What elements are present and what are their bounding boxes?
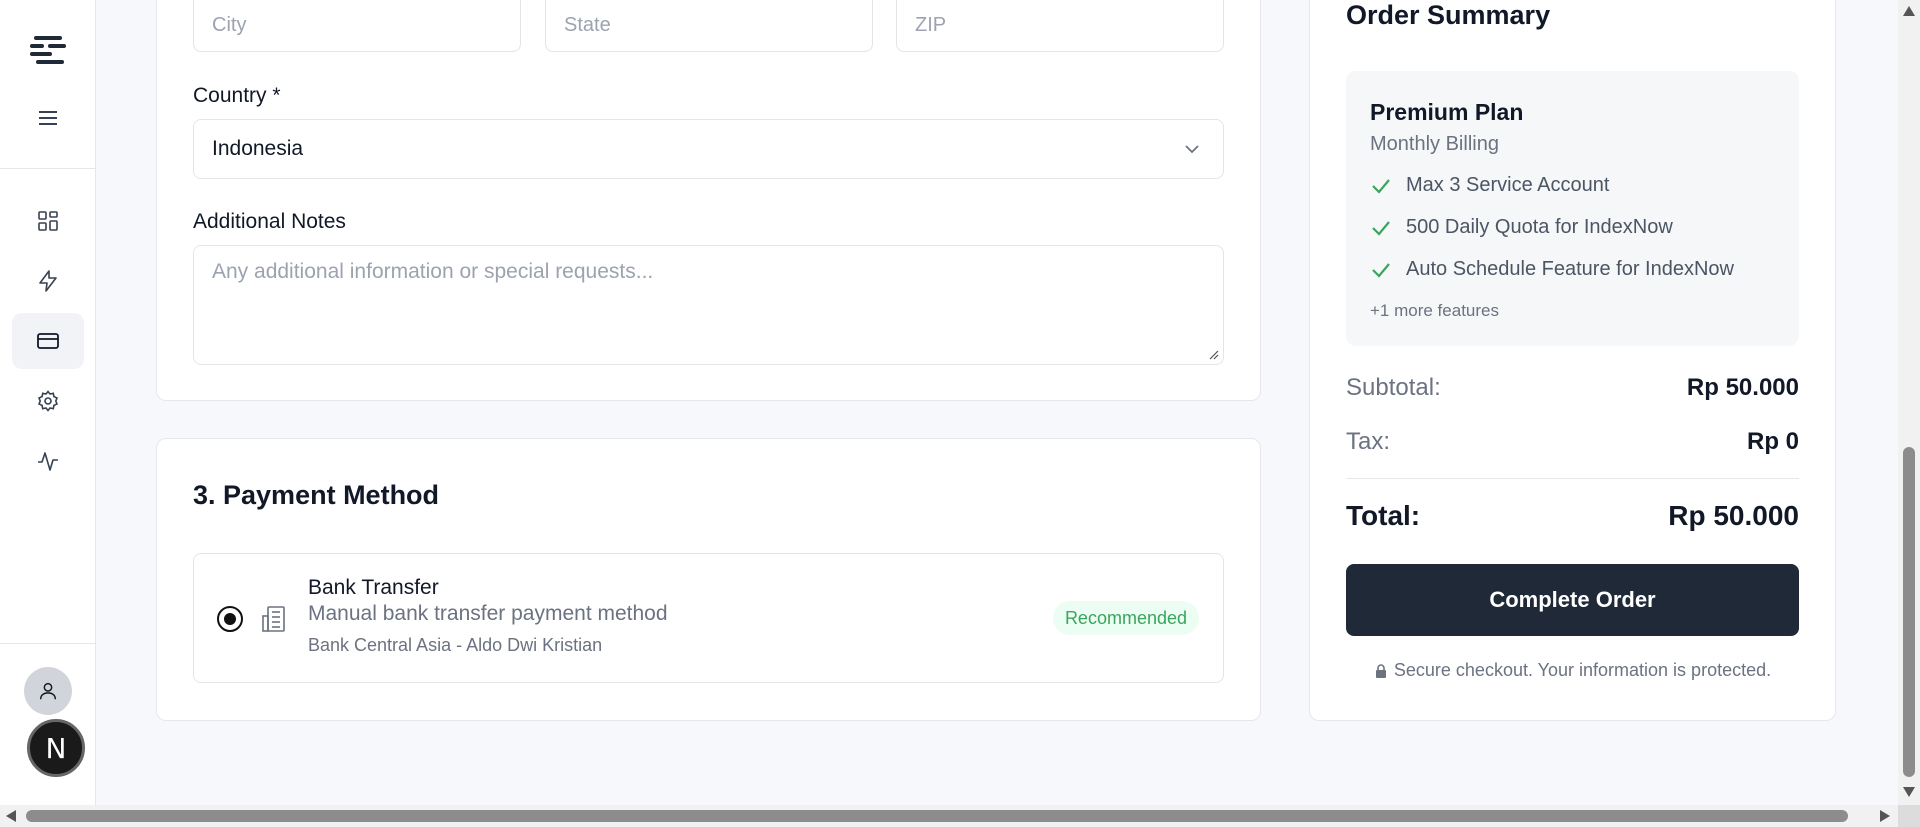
plan-details: Premium Plan Monthly Billing Max 3 Servi… bbox=[1346, 71, 1799, 346]
plan-feature: Max 3 Service Account bbox=[1370, 174, 1609, 197]
dashboard-icon bbox=[38, 211, 58, 231]
subtotal-label: Subtotal: bbox=[1346, 374, 1441, 401]
notes-placeholder: Any additional information or special re… bbox=[212, 260, 654, 283]
sidebar-item-activity[interactable] bbox=[12, 433, 84, 489]
vertical-scroll-thumb[interactable] bbox=[1903, 447, 1915, 777]
secure-checkout-text: Secure checkout. Your information is pro… bbox=[1393, 660, 1772, 680]
sidebar-item-lightning[interactable] bbox=[12, 253, 84, 309]
scroll-left-arrow-icon[interactable] bbox=[6, 810, 16, 822]
bank-transfer-radio[interactable] bbox=[217, 606, 243, 632]
recommended-badge: Recommended bbox=[1052, 601, 1199, 635]
secure-checkout-note: Secure checkout. Your information is pro… bbox=[1346, 660, 1799, 681]
feature-text: 500 Daily Quota for IndexNow bbox=[1406, 216, 1673, 238]
tax-row: Tax: Rp 0 bbox=[1346, 428, 1799, 456]
horizontal-scroll-thumb[interactable] bbox=[26, 810, 1848, 822]
scroll-right-arrow-icon[interactable] bbox=[1880, 810, 1890, 822]
zip-input[interactable]: ZIP bbox=[896, 0, 1224, 52]
total-label: Total: bbox=[1346, 500, 1421, 531]
sidebar-item-billing[interactable] bbox=[12, 313, 84, 369]
plan-feature: 500 Daily Quota for IndexNow bbox=[1370, 216, 1673, 239]
notes-label: Additional Notes bbox=[193, 210, 346, 233]
gear-icon bbox=[37, 390, 59, 412]
order-summary-title: Order Summary bbox=[1346, 0, 1551, 30]
summary-divider bbox=[1346, 478, 1799, 479]
resize-grip-icon[interactable] bbox=[1207, 348, 1219, 360]
lock-icon bbox=[1375, 663, 1386, 678]
avatar-letter: N bbox=[45, 731, 67, 765]
user-icon bbox=[39, 682, 57, 700]
total-row: Total: Rp 50.000 bbox=[1346, 500, 1799, 532]
horizontal-scrollbar[interactable] bbox=[0, 805, 1898, 827]
total-value: Rp 50.000 bbox=[1668, 500, 1799, 531]
sidebar-divider bbox=[0, 168, 95, 169]
scroll-down-arrow-icon[interactable] bbox=[1903, 787, 1915, 797]
credit-card-icon bbox=[37, 333, 59, 349]
state-input[interactable]: State bbox=[545, 0, 873, 52]
vertical-scrollbar[interactable] bbox=[1898, 0, 1920, 805]
activity-icon bbox=[38, 452, 58, 471]
check-icon bbox=[1372, 178, 1390, 194]
check-icon bbox=[1372, 262, 1390, 278]
plan-billing: Monthly Billing bbox=[1370, 133, 1499, 155]
scroll-up-arrow-icon[interactable] bbox=[1903, 6, 1915, 16]
plan-name: Premium Plan bbox=[1370, 99, 1524, 125]
n-avatar-button[interactable]: N bbox=[27, 719, 85, 777]
country-select[interactable]: Indonesia bbox=[193, 119, 1224, 179]
payment-method-title: Bank Transfer bbox=[308, 576, 439, 599]
notes-textarea[interactable]: Any additional information or special re… bbox=[193, 245, 1224, 365]
lightning-icon bbox=[39, 270, 57, 292]
country-value: Indonesia bbox=[212, 137, 304, 160]
sidebar-item-dashboard[interactable] bbox=[12, 193, 84, 249]
payment-section-title: 3. Payment Method bbox=[193, 480, 440, 510]
chevron-down-icon bbox=[1185, 145, 1199, 154]
country-label: Country * bbox=[193, 84, 281, 107]
plan-feature: Auto Schedule Feature for IndexNow bbox=[1370, 258, 1734, 281]
payment-option-bank-transfer[interactable]: Bank Transfer Manual bank transfer payme… bbox=[193, 553, 1224, 683]
sidebar-divider bbox=[0, 643, 95, 644]
sidebar: N bbox=[0, 0, 96, 805]
bank-account-info: Bank Central Asia - Aldo Dwi Kristian bbox=[308, 635, 603, 655]
bank-building-icon bbox=[262, 606, 285, 632]
check-icon bbox=[1372, 220, 1390, 236]
subtotal-value: Rp 50.000 bbox=[1686, 374, 1799, 401]
logo-icon[interactable] bbox=[28, 36, 68, 66]
subtotal-row: Subtotal: Rp 50.000 bbox=[1346, 374, 1799, 402]
complete-order-button[interactable]: Complete Order bbox=[1346, 564, 1799, 636]
payment-method-description: Manual bank transfer payment method bbox=[308, 602, 668, 625]
feature-text: Auto Schedule Feature for IndexNow bbox=[1406, 258, 1734, 280]
feature-text: Max 3 Service Account bbox=[1406, 174, 1610, 196]
city-input[interactable]: City bbox=[193, 0, 521, 52]
sidebar-item-settings[interactable] bbox=[12, 373, 84, 429]
more-features-note: +1 more features bbox=[1370, 301, 1499, 320]
hamburger-menu-icon[interactable] bbox=[36, 108, 60, 128]
tax-label: Tax: bbox=[1346, 428, 1391, 455]
tax-value: Rp 0 bbox=[1746, 428, 1799, 455]
user-avatar[interactable] bbox=[24, 667, 72, 715]
scrollbar-corner bbox=[1898, 805, 1920, 827]
